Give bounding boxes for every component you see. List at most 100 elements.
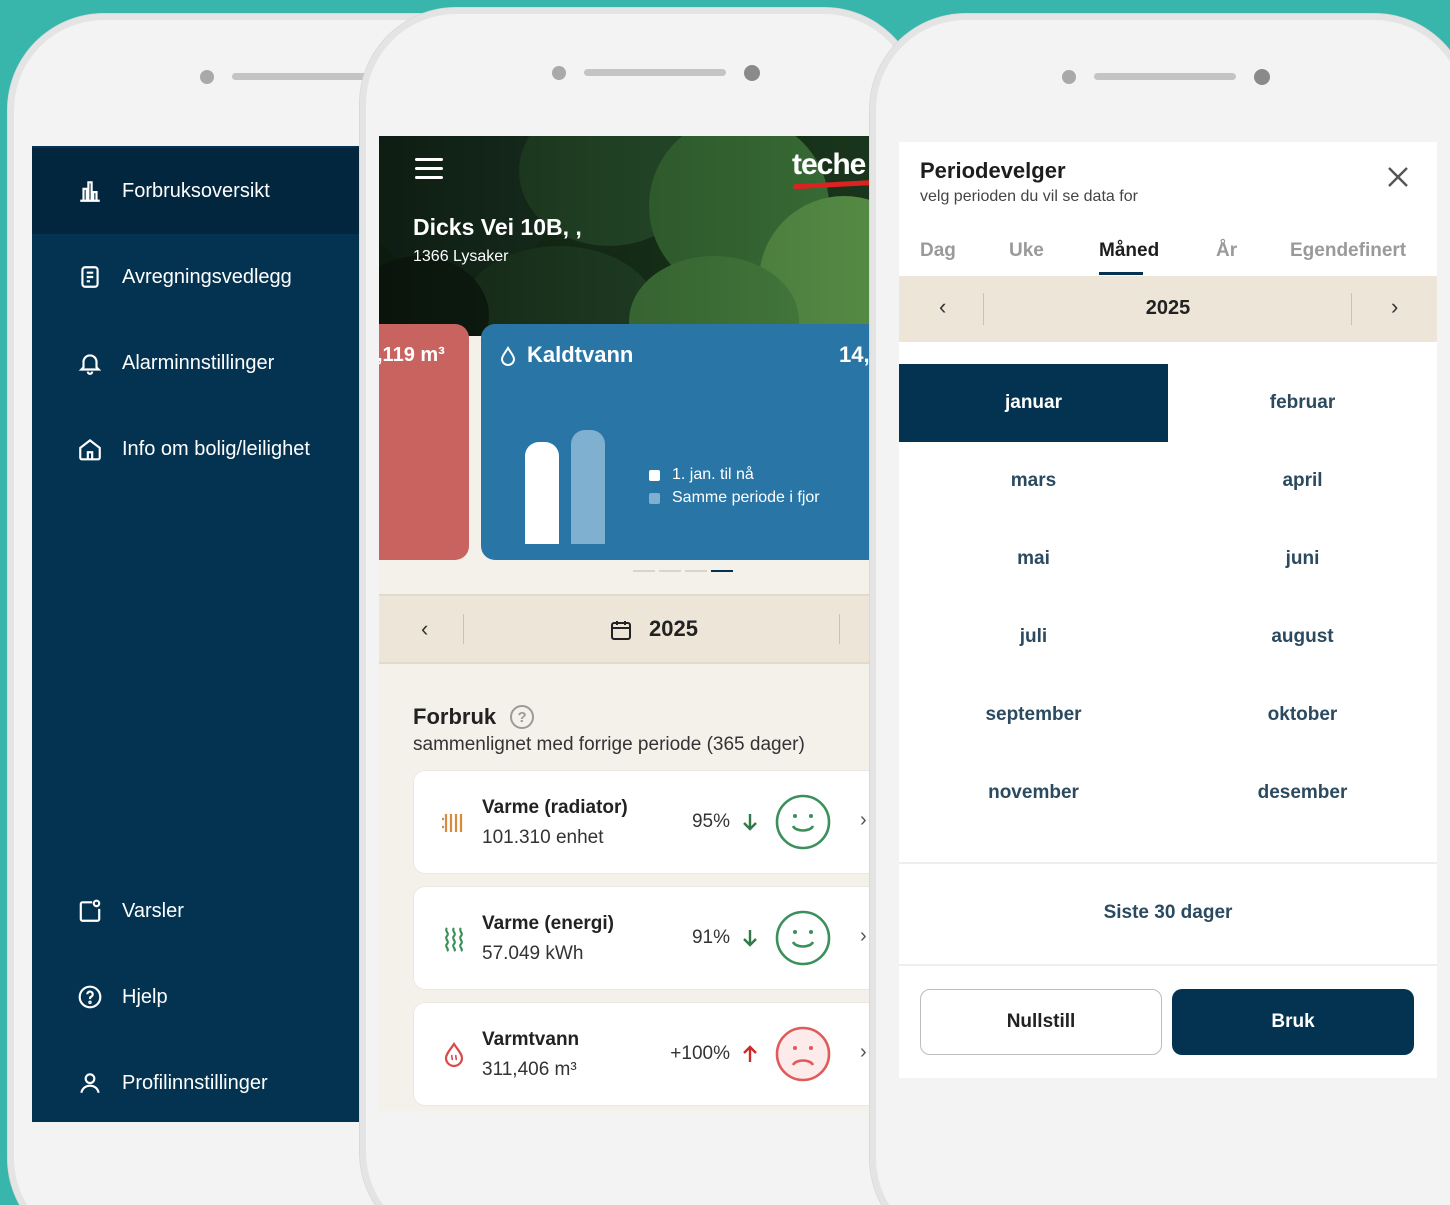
last-30-days-button[interactable]: Siste 30 dager [899, 902, 1437, 924]
document-icon [76, 263, 104, 291]
month-september[interactable]: september [899, 676, 1168, 754]
month-oktober[interactable]: oktober [1168, 676, 1437, 754]
row-value: 101.310 enhet [482, 827, 604, 848]
arrow-up-icon [743, 1045, 757, 1062]
front-camera [1062, 70, 1076, 84]
modal-title: Periodevelger [920, 158, 1066, 183]
bar-current-period [525, 442, 559, 544]
front-camera [552, 66, 566, 80]
section-subtitle: sammenlignet med forrige periode (365 da… [413, 734, 805, 755]
sidebar-item-label: Hjelp [122, 985, 168, 1008]
hamburger-menu-icon[interactable] [415, 158, 443, 180]
speaker-grille [1094, 73, 1236, 80]
divider [899, 964, 1437, 966]
month-april[interactable]: april [1168, 442, 1437, 520]
sensor-dot [1254, 69, 1270, 85]
selected-year[interactable]: 2025 [649, 616, 698, 642]
heat-waves-icon [445, 927, 463, 952]
phone-frame-dashboard: teche Dicks Vei 10B, , 1366 Lysaker ,119… [360, 8, 920, 1205]
legend-current: 1. jan. til nå [649, 466, 754, 484]
month-mars[interactable]: mars [899, 442, 1168, 520]
bar-previous-year [571, 430, 605, 544]
calendar-icon[interactable] [609, 618, 633, 642]
apply-button[interactable]: Bruk [1172, 989, 1414, 1055]
help-icon [76, 983, 104, 1011]
month-juni[interactable]: juni [1168, 520, 1437, 598]
water-drop-icon [500, 346, 516, 366]
section-title: Forbruk ? [413, 704, 535, 730]
arrow-down-icon [743, 814, 757, 831]
consumption-card-hot-water[interactable]: ,119 m³ [379, 324, 469, 560]
month-august[interactable]: august [1168, 598, 1437, 676]
month-november[interactable]: november [899, 754, 1168, 832]
hot-water-drop-icon [444, 1042, 464, 1068]
period-picker-modal: Periodevelger velg perioden du vil se da… [899, 142, 1437, 1078]
sensor-dot [744, 65, 760, 81]
radiator-icon [442, 814, 463, 832]
row-percent: 91% [691, 927, 730, 948]
tab-ar[interactable]: År [1216, 240, 1237, 262]
teche-logo: teche [792, 148, 866, 181]
tab-maned[interactable]: Måned [1099, 240, 1159, 262]
arrow-down-icon [743, 930, 757, 947]
user-icon [76, 1069, 104, 1097]
consumption-row-varmtvann[interactable]: Varmtvann 311,406 m³ +100% › [413, 1002, 871, 1106]
row-value: 311,406 m³ [482, 1059, 577, 1080]
sidebar-item-label: Info om bolig/leilighet [122, 437, 310, 460]
period-tabs: Dag Uke Måned År Egendefinert [899, 240, 1437, 276]
chevron-right-icon: › [860, 809, 867, 831]
row-percent: 95% [691, 811, 730, 832]
tab-uke[interactable]: Uke [1009, 240, 1044, 262]
selected-year: 2025 [1145, 297, 1191, 319]
tab-dag[interactable]: Dag [920, 240, 956, 262]
sidebar-item-label: Forbruksoversikt [122, 179, 270, 202]
row-percent: +100% [670, 1043, 730, 1064]
property-address: Dicks Vei 10B, , [413, 214, 582, 240]
month-mai[interactable]: mai [899, 520, 1168, 598]
home-icon [76, 435, 104, 463]
next-year-button[interactable]: › [1391, 294, 1398, 320]
phone-top-bar [360, 8, 920, 138]
month-desember[interactable]: desember [1168, 754, 1437, 832]
dashboard-screen: teche Dicks Vei 10B, , 1366 Lysaker ,119… [379, 136, 871, 1111]
reset-button[interactable]: Nullstill [920, 989, 1162, 1055]
carousel-pagination [633, 570, 733, 572]
year-selector: ‹ 2025 › [899, 276, 1437, 342]
year-selector: ‹ 2025 [379, 594, 871, 664]
month-februar[interactable]: februar [1168, 364, 1437, 442]
notification-icon [76, 897, 104, 925]
sidebar-item-label: Avregningsvedlegg [122, 265, 292, 288]
property-city: 1366 Lysaker [413, 248, 509, 265]
month-januar[interactable]: januar [899, 364, 1168, 442]
bell-icon [76, 349, 104, 377]
front-camera [200, 70, 214, 84]
legend-previous: Samme periode i fjor [649, 489, 820, 507]
row-value: 57.049 kWh [482, 943, 584, 964]
prev-year-button[interactable]: ‹ [421, 616, 428, 642]
phone-top-bar [870, 14, 1450, 144]
chevron-right-icon: › [860, 925, 867, 947]
tab-egendefinert[interactable]: Egendefinert [1290, 240, 1406, 262]
sad-face-icon [775, 1026, 831, 1082]
consumption-row-varme-radiator[interactable]: Varme (radiator) 101.310 enhet 95% › [413, 770, 871, 874]
happy-face-icon [775, 794, 831, 850]
active-tab-indicator [1099, 272, 1143, 275]
row-title: Varmtvann [482, 1029, 580, 1050]
help-circle-icon[interactable]: ? [510, 705, 535, 729]
bar-chart-icon [76, 177, 104, 205]
consumption-card-kaldtvann[interactable]: Kaldtvann 14, 1. jan. til nå Samme perio… [481, 324, 871, 560]
speaker-grille [584, 69, 726, 76]
hero-forest-image: teche Dicks Vei 10B, , 1366 Lysaker [379, 136, 871, 336]
card-value: ,119 m³ [379, 344, 445, 366]
divider [899, 862, 1437, 864]
row-title: Varme (radiator) [482, 797, 628, 818]
month-juli[interactable]: juli [899, 598, 1168, 676]
card-value: 14, [839, 342, 870, 367]
row-title: Varme (energi) [482, 913, 614, 934]
close-icon[interactable] [1385, 164, 1411, 190]
consumption-row-varme-energi[interactable]: Varme (energi) 57.049 kWh 91% › [413, 886, 871, 990]
phone-frame-period-picker: Periodevelger velg perioden du vil se da… [870, 14, 1450, 1205]
sidebar-item-label: Profilinnstillinger [122, 1071, 268, 1094]
chevron-right-icon: › [860, 1041, 867, 1063]
card-title: Kaldtvann [527, 342, 634, 367]
